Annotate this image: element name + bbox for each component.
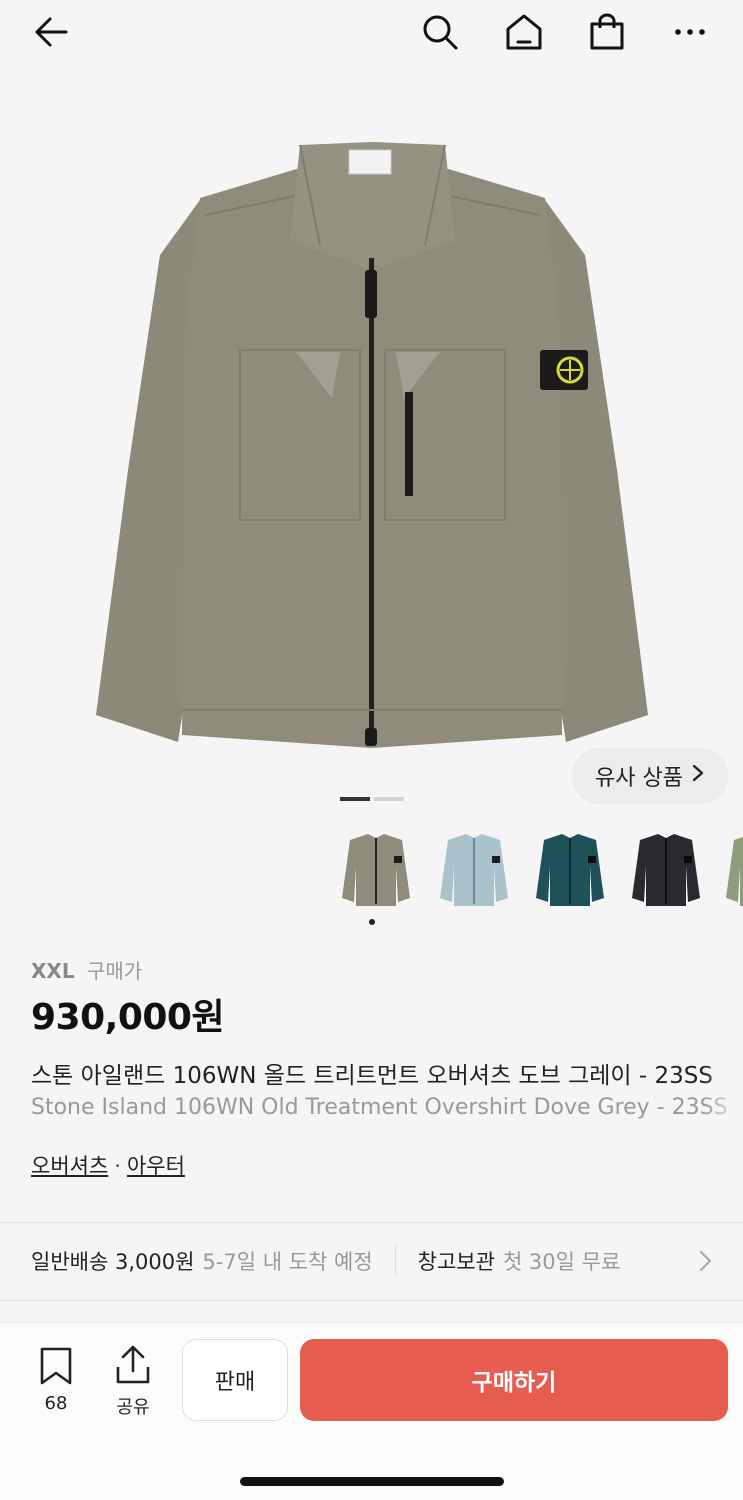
share-icon	[114, 1345, 152, 1389]
shopping-bag-icon[interactable]	[585, 10, 629, 54]
indicator-active	[340, 797, 370, 801]
buy-button[interactable]: 구매하기	[300, 1339, 728, 1421]
search-icon[interactable]	[418, 10, 462, 54]
top-bar	[0, 0, 743, 70]
selected-variant-dot	[369, 919, 375, 925]
vertical-divider	[394, 1246, 396, 1276]
bottom-action-bar: 68 공유 판매 구매하기	[0, 1322, 743, 1500]
price-type-label: 구매가	[86, 959, 143, 983]
shipping-label: 일반배송 3,000원	[31, 1250, 195, 1274]
storage-note: 첫 30일 무료	[502, 1250, 621, 1274]
share-label: 공유	[116, 1397, 150, 1418]
variant-thumbnails	[330, 826, 743, 916]
category-link-overshirt[interactable]: 오버셔츠	[31, 1154, 108, 1178]
size-label: XXL	[31, 959, 75, 983]
back-arrow-icon[interactable]	[30, 10, 74, 54]
variant-thumb-dove-grey[interactable]	[334, 826, 418, 910]
variant-thumb-black[interactable]	[624, 826, 708, 910]
similar-products-button[interactable]: 유사 상품	[572, 748, 728, 804]
bookmark-button[interactable]: 68	[30, 1347, 82, 1414]
shipping-eta: 5-7일 내 도착 예정	[202, 1250, 373, 1274]
product-image[interactable]	[0, 70, 743, 810]
variant-thumb-light-blue[interactable]	[432, 826, 516, 910]
title-fade	[703, 1050, 743, 1130]
product-title-en: Stone Island 106WN Old Treatment Overshi…	[31, 1095, 728, 1120]
home-indicator	[240, 1477, 504, 1486]
variant-thumb-olive[interactable]	[718, 826, 743, 910]
home-icon[interactable]	[502, 10, 546, 54]
category-separator: ·	[114, 1154, 121, 1178]
share-button[interactable]: 공유	[108, 1345, 158, 1419]
shipping-info-row[interactable]: 일반배송 3,000원 5-7일 내 도착 예정 창고보관 첫 30일 무료	[0, 1222, 743, 1300]
category-links: 오버셔츠 · 아우터	[31, 1150, 185, 1180]
chevron-right-icon	[691, 763, 705, 789]
price: 930,000원	[31, 997, 225, 1038]
indicator-inactive	[374, 797, 404, 801]
bookmark-count: 68	[44, 1393, 68, 1414]
storage-label: 창고보관	[417, 1250, 495, 1274]
category-link-outer[interactable]: 아우터	[127, 1154, 185, 1178]
divider	[0, 1300, 743, 1301]
more-icon[interactable]	[668, 10, 712, 54]
variant-thumb-teal[interactable]	[528, 826, 612, 910]
image-page-indicator	[340, 797, 404, 801]
size-price-label: XXL 구매가	[31, 955, 142, 984]
similar-products-label: 유사 상품	[595, 766, 683, 791]
sell-button[interactable]: 판매	[182, 1339, 288, 1421]
chevron-right-icon	[697, 1249, 713, 1278]
product-title-ko: 스톤 아일랜드 106WN 올드 트리트먼트 오버셔츠 도브 그레이 - 23S…	[31, 1063, 713, 1089]
bookmark-icon	[38, 1347, 74, 1389]
